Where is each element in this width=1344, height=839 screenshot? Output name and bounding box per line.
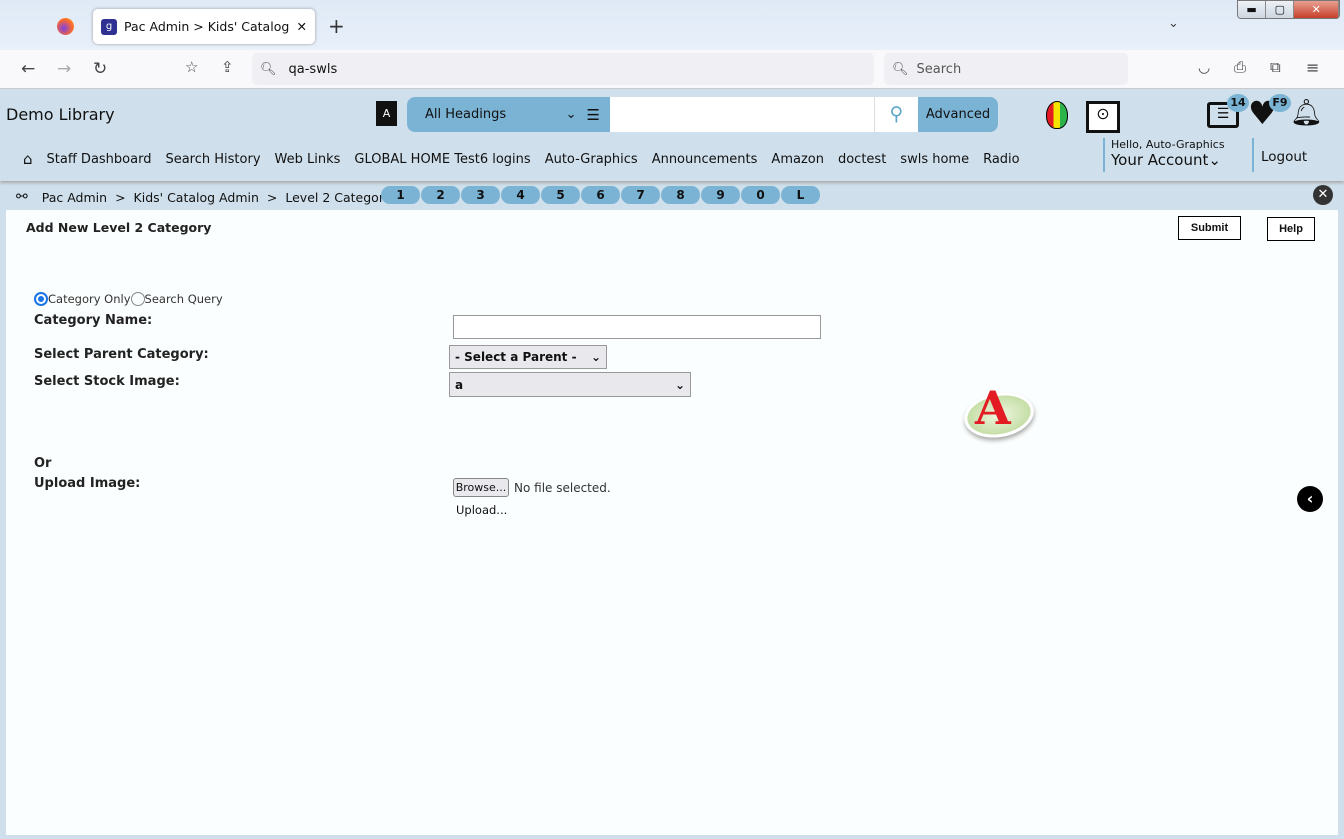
file-status: No file selected.	[514, 481, 611, 495]
category-name-label: Category Name:	[34, 313, 153, 328]
breadcrumb-kids-catalog-admin[interactable]: Kids' Catalog Admin	[134, 190, 259, 205]
chevron-down-icon: ⌄	[674, 377, 685, 392]
nav-link[interactable]: Announcements	[652, 152, 758, 167]
favorites-badge: F9	[1269, 94, 1291, 112]
list-count-badge: 14	[1227, 94, 1249, 112]
submit-button[interactable]: Submit	[1178, 216, 1241, 240]
letter-tab[interactable]: 6	[581, 186, 621, 204]
breadcrumb-separator: >	[115, 189, 126, 205]
window-controls: ▬ ▢ ✕	[1237, 0, 1340, 19]
nav-link[interactable]: Radio	[983, 152, 1020, 167]
chevron-down-icon: ⌄	[590, 350, 601, 364]
firefox-icon	[57, 18, 74, 35]
your-account-link[interactable]: Your Account	[1111, 151, 1208, 169]
close-icon[interactable]: ✕	[1313, 185, 1333, 205]
upload-button[interactable]: Upload...	[456, 503, 507, 517]
stock-image-select[interactable]: a ⌄	[449, 372, 691, 397]
search-group: All Headings ⌄ ☰ ⚲ Advanced	[407, 97, 998, 132]
chevron-down-icon: ⌄	[565, 107, 577, 122]
catalog-search-input[interactable]	[610, 97, 874, 132]
letter-tab[interactable]: 9	[701, 186, 741, 204]
nav-link[interactable]: Amazon	[771, 152, 824, 167]
greeting: Hello, Auto-Graphics	[1111, 138, 1225, 151]
forward-icon[interactable]: →	[57, 59, 71, 79]
help-button[interactable]: Help	[1267, 217, 1315, 241]
bell-icon[interactable]: 🔔︎	[1290, 98, 1323, 128]
nav-link[interactable]: Auto-Graphics	[545, 152, 638, 167]
or-label: Or	[34, 456, 52, 471]
parent-category-label: Select Parent Category:	[34, 347, 209, 362]
database-icon[interactable]: ☰	[587, 106, 600, 124]
category-name-input[interactable]	[453, 315, 821, 339]
library-name: Demo Library	[6, 105, 115, 124]
letter-tab[interactable]: 4	[501, 186, 541, 204]
url-bar[interactable]: 🔍︎ qa-swls	[252, 53, 874, 85]
letter-tab[interactable]: 2	[421, 186, 461, 204]
film-search-icon[interactable]: ⊙	[1086, 101, 1120, 133]
share-icon[interactable]: ⇪	[221, 58, 234, 76]
home-icon[interactable]: ⌂	[23, 150, 33, 168]
letter-tab[interactable]: 7	[621, 186, 661, 204]
language-icon[interactable]: A	[376, 101, 397, 126]
nav-link[interactable]: swls home	[900, 152, 969, 167]
print-icon[interactable]: ⎙	[1234, 58, 1246, 76]
auto-graphics-logo-letter: A	[975, 381, 1011, 435]
nav-links: ⌂ Staff Dashboard Search History Web Lin…	[23, 150, 1020, 168]
extensions-icon[interactable]: ⧉	[1270, 58, 1281, 76]
breadcrumb-pac-admin[interactable]: Pac Admin	[42, 190, 107, 205]
radio-category-only[interactable]	[34, 292, 48, 306]
pocket-icon[interactable]: ◡	[1198, 60, 1210, 76]
search-icon: 🔍︎	[260, 61, 277, 77]
browse-button[interactable]: Browse...	[453, 478, 509, 497]
upload-image-label: Upload Image:	[34, 476, 141, 491]
back-icon[interactable]: ←	[21, 59, 35, 79]
link-icon: ⚯	[16, 189, 28, 205]
category-type-radios: Category Only Search Query	[34, 292, 223, 306]
letter-tabs: 1 2 3 4 5 6 7 8 9 0 L	[381, 186, 821, 204]
parent-category-select[interactable]: - Select a Parent - ⌄	[449, 345, 607, 369]
letter-tab[interactable]: 5	[541, 186, 581, 204]
letter-tab[interactable]: 8	[661, 186, 701, 204]
letter-tab[interactable]: 1	[381, 186, 421, 204]
chevron-down-icon: ⌄	[1208, 151, 1221, 169]
new-tab-button[interactable]: +	[328, 14, 345, 38]
browser-search-field[interactable]: 🔍︎ Search	[884, 53, 1128, 85]
letter-tab[interactable]: 0	[741, 186, 781, 204]
advanced-search-button[interactable]: Advanced	[918, 97, 998, 132]
reload-icon[interactable]: ↻	[93, 59, 107, 79]
nav-link[interactable]: Staff Dashboard	[47, 152, 152, 167]
page-title: Add New Level 2 Category	[26, 220, 212, 235]
site-favicon-icon: g	[101, 18, 117, 35]
balloon-icon[interactable]	[1046, 101, 1068, 129]
breadcrumb: ⚯ Pac Admin > Kids' Catalog Admin > Leve…	[16, 189, 402, 205]
logout-link[interactable]: Logout	[1252, 138, 1307, 172]
close-window-button[interactable]: ✕	[1294, 1, 1339, 18]
stock-image-label: Select Stock Image:	[34, 374, 180, 389]
radio-search-query[interactable]	[130, 292, 145, 306]
tab-list-chevron-icon[interactable]: ⌄	[1168, 16, 1179, 31]
menu-icon[interactable]: ≡	[1306, 58, 1319, 77]
account-menu[interactable]: Hello, Auto-Graphics Your Account⌄	[1103, 138, 1225, 172]
heading-select[interactable]: All Headings ⌄ ☰	[407, 97, 610, 132]
letter-tab[interactable]: 3	[461, 186, 501, 204]
nav-link[interactable]: GLOBAL HOME Test6 logins	[354, 152, 530, 167]
letter-tab[interactable]: L	[781, 186, 821, 204]
maximize-button[interactable]: ▢	[1266, 1, 1295, 18]
nav-link[interactable]: doctest	[838, 152, 886, 167]
minimize-button[interactable]: ▬	[1238, 1, 1267, 18]
close-tab-icon[interactable]: ✕	[297, 19, 307, 34]
browser-tab[interactable]: g Pac Admin > Kids' Catalog Admin ✕	[93, 9, 315, 44]
chevron-left-icon[interactable]: ‹	[1297, 486, 1323, 512]
bookmark-star-icon[interactable]: ☆	[185, 58, 198, 76]
nav-link[interactable]: Web Links	[275, 152, 341, 167]
nav-link[interactable]: Search History	[165, 152, 260, 167]
search-button[interactable]: ⚲	[874, 97, 918, 132]
breadcrumb-separator: >	[266, 189, 278, 205]
search-icon: 🔍︎	[892, 61, 909, 77]
